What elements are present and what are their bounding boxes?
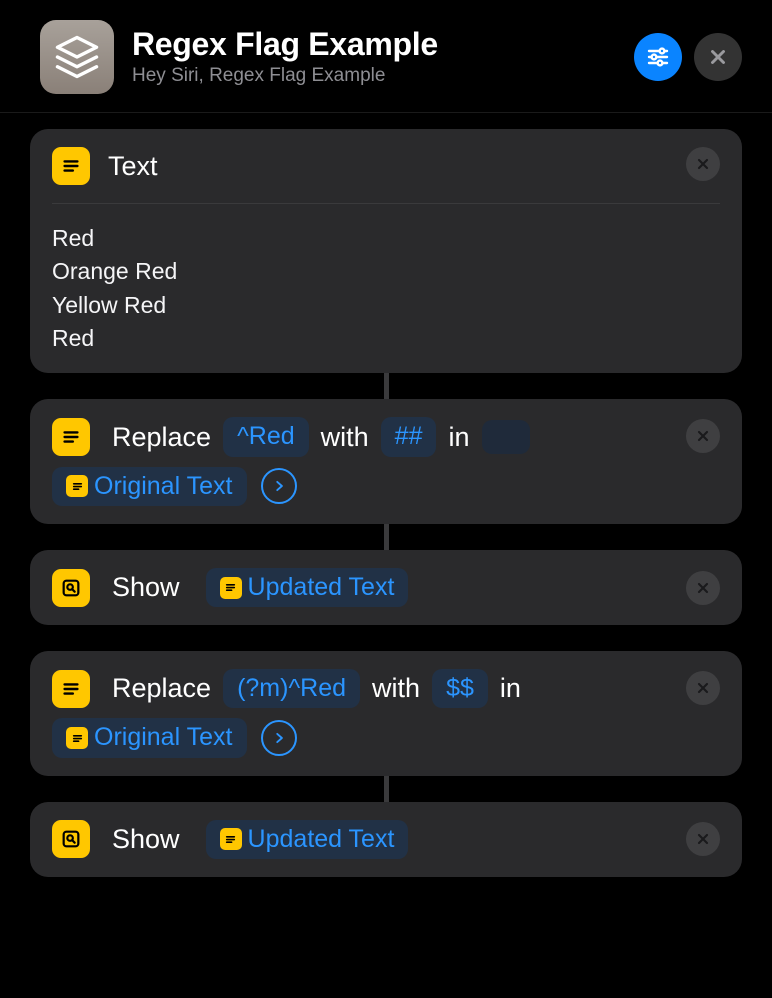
target-variable-label: Updated Text (248, 824, 395, 855)
close-button[interactable] (694, 33, 742, 81)
remove-action-button[interactable] (686, 822, 720, 856)
action-show-result[interactable]: Show Updated Text (30, 550, 742, 625)
replacement-pill[interactable]: $$ (432, 669, 488, 708)
empty-pill[interactable] (482, 420, 530, 454)
find-pattern-pill[interactable]: (?m)^Red (223, 669, 360, 708)
remove-icon (695, 680, 711, 696)
title-block: Regex Flag Example Hey Siri, Regex Flag … (132, 27, 622, 87)
remove-icon (695, 580, 711, 596)
action-text[interactable]: Text Red Orange Red Yellow Red Red (30, 129, 742, 373)
text-icon (52, 418, 90, 456)
action-replace[interactable]: Replace (?m)^Red with $$ in Original Tex… (30, 651, 742, 776)
action-text-label: Text (108, 151, 158, 182)
replace-verb: Replace (112, 422, 211, 453)
close-icon (707, 46, 729, 68)
remove-action-button[interactable] (686, 571, 720, 605)
source-variable-label: Original Text (94, 722, 233, 753)
siri-phrase: Hey Siri, Regex Flag Example (132, 65, 622, 87)
connector (384, 776, 389, 802)
remove-icon (695, 428, 711, 444)
in-word: in (500, 673, 521, 704)
preview-icon (52, 820, 90, 858)
connector (384, 524, 389, 550)
disclosure-button[interactable] (261, 720, 297, 756)
source-variable-pill[interactable]: Original Text (52, 467, 247, 506)
remove-icon (695, 156, 711, 172)
chevron-right-icon (272, 731, 286, 745)
chevron-right-icon (272, 479, 286, 493)
source-variable-label: Original Text (94, 471, 233, 502)
shortcut-header: Regex Flag Example Hey Siri, Regex Flag … (0, 0, 772, 113)
in-word: in (448, 422, 469, 453)
sliders-icon (646, 45, 670, 69)
show-verb: Show (112, 572, 180, 603)
target-variable-label: Updated Text (248, 572, 395, 603)
action-show-result[interactable]: Show Updated Text (30, 802, 742, 877)
replace-verb: Replace (112, 673, 211, 704)
with-word: with (372, 673, 420, 704)
target-variable-pill[interactable]: Updated Text (206, 820, 409, 859)
shortcut-title: Regex Flag Example (132, 27, 622, 62)
text-content[interactable]: Red Orange Red Yellow Red Red (52, 203, 720, 355)
remove-action-button[interactable] (686, 671, 720, 705)
source-variable-pill[interactable]: Original Text (52, 718, 247, 757)
text-mini-icon (220, 577, 242, 599)
actions-list: Text Red Orange Red Yellow Red Red R (0, 113, 772, 877)
text-icon (52, 147, 90, 185)
replacement-pill[interactable]: ## (381, 417, 437, 456)
settings-button[interactable] (634, 33, 682, 81)
text-mini-icon (66, 727, 88, 749)
text-mini-icon (66, 475, 88, 497)
action-replace[interactable]: Replace ^Red with ## in Original Text (30, 399, 742, 524)
find-pattern-pill[interactable]: ^Red (223, 417, 309, 456)
remove-action-button[interactable] (686, 147, 720, 181)
text-mini-icon (220, 828, 242, 850)
with-word: with (321, 422, 369, 453)
show-verb: Show (112, 824, 180, 855)
remove-icon (695, 831, 711, 847)
disclosure-button[interactable] (261, 468, 297, 504)
shortcut-icon (40, 20, 114, 94)
text-icon (52, 670, 90, 708)
connector (384, 373, 389, 399)
preview-icon (52, 569, 90, 607)
target-variable-pill[interactable]: Updated Text (206, 568, 409, 607)
